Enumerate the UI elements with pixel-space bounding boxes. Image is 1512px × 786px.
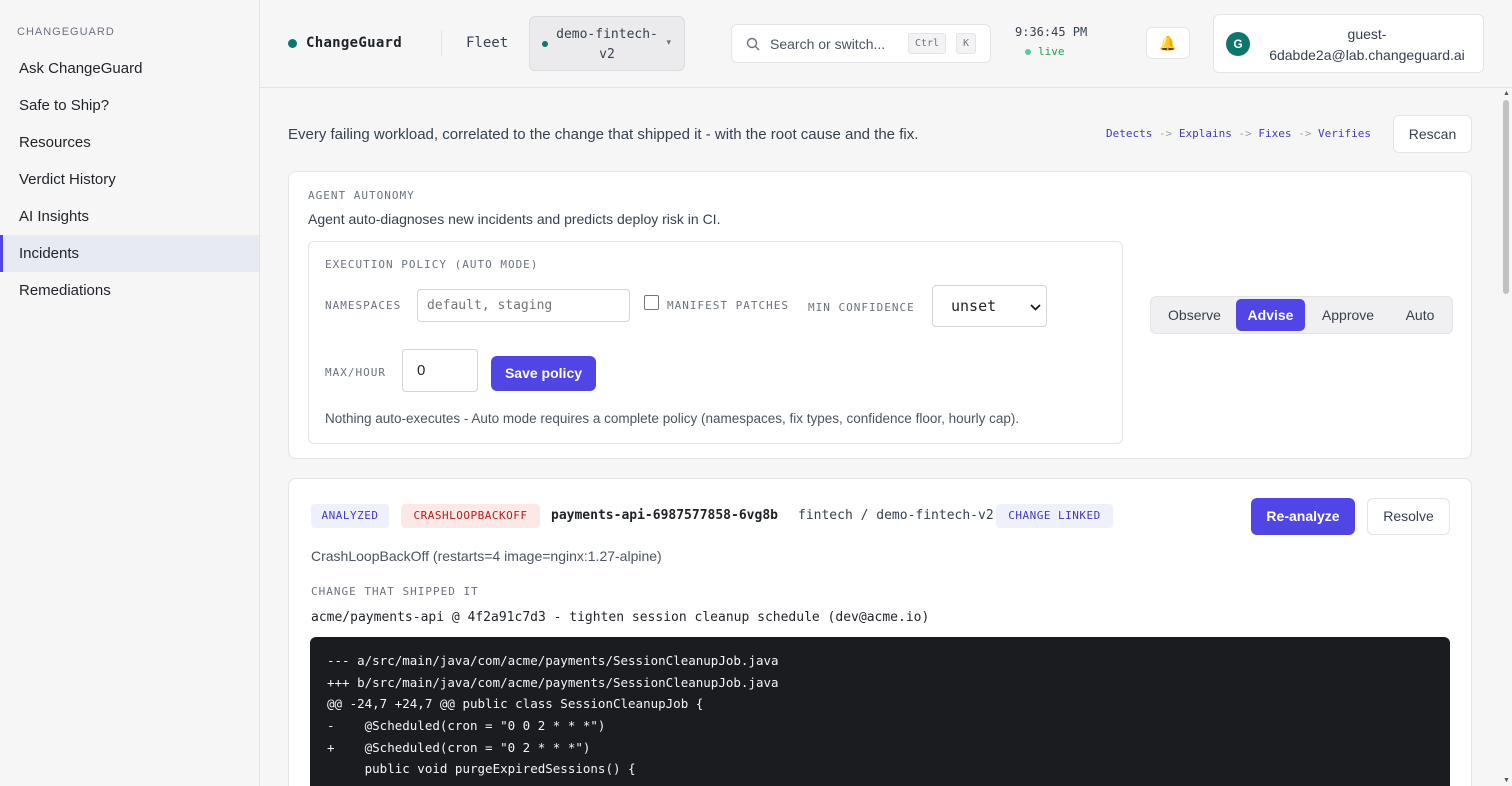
incident-card: ANALYZED CRASHLOOPBACKOFF payments-api-6… [288,478,1472,786]
user-menu[interactable]: G guest-6dabde2a@lab.changeguard.ai [1213,14,1484,73]
bell-icon: 🔔 [1159,35,1177,51]
mode-auto[interactable]: Auto [1389,299,1451,331]
sidebar-item-safe-to-ship[interactable]: Safe to Ship? [0,87,259,124]
chevron-down-icon: ▾ [666,37,671,47]
shortcut-k: K [956,33,976,54]
reason-badge: CRASHLOOPBACKOFF [401,504,540,528]
execution-policy-panel: EXECUTION POLICY (AUTO MODE) NAMESPACES … [308,241,1123,444]
mode-advise[interactable]: Advise [1236,299,1305,331]
autonomy-mode-toggle: Observe Advise Approve Auto [1150,296,1453,334]
diff-line: public void purgeExpiredSessions() { [327,761,636,777]
shortcut-ctrl: Ctrl [908,33,946,54]
app-logo[interactable]: ChangeGuard [288,35,402,51]
diff-block: --- a/src/main/java/com/acme/payments/Se… [310,637,1450,786]
page-scrollbar[interactable]: ▲ ▼ [1500,88,1512,786]
autonomy-description: Agent auto-diagnoses new incidents and p… [308,211,721,227]
diff-line: +++ b/src/main/java/com/acme/payments/Se… [327,674,779,690]
flow-step-fixes: Fixes [1258,127,1292,140]
notifications-button[interactable]: 🔔 [1146,27,1190,59]
live-dot-icon [1025,49,1031,55]
diff-line: @@ -24,7 +24,7 @@ public class SessionCl… [327,696,704,712]
pipeline-flow: Detects -> Explains -> Fixes -> Verifies [1106,127,1371,140]
flow-step-explains: Explains [1178,127,1232,140]
namespaces-label: NAMESPACES [325,299,402,312]
manifest-patches-checkbox[interactable] [644,295,659,310]
autonomy-title: AGENT AUTONOMY [308,189,415,202]
sidebar-nav: Ask ChangeGuard Safe to Ship? Resources … [0,50,259,309]
rescan-button[interactable]: Rescan [1393,115,1472,153]
search-icon [746,37,760,51]
incident-detail: CrashLoopBackOff (restarts=4 image=nginx… [311,548,662,564]
mode-approve[interactable]: Approve [1307,299,1389,331]
sidebar: CHANGEGUARD Ask ChangeGuard Safe to Ship… [0,0,260,786]
manifest-patches-label: MANIFEST PATCHES [667,299,789,312]
sidebar-brand: CHANGEGUARD [17,26,115,38]
commit-summary: acme/payments-api @ 4f2a91c7d3 - tighten… [311,610,930,625]
sidebar-item-verdict-history[interactable]: Verdict History [0,161,259,198]
namespaces-input[interactable] [417,289,630,322]
status-dot-icon [288,38,297,48]
scrollbar-thumb[interactable] [1503,100,1509,294]
app-name: ChangeGuard [306,35,403,51]
mode-observe[interactable]: Observe [1153,299,1236,331]
flow-arrow: -> [1238,127,1252,140]
cluster-status-dot-icon [542,41,548,47]
min-confidence-select[interactable]: unset [932,285,1047,327]
diff-line: - @Scheduled(cron = "0 0 2 * * *") [327,718,606,734]
user-email: guest-6dabde2a@lab.changeguard.ai [1269,26,1465,63]
change-section-title: CHANGE THAT SHIPPED IT [311,585,479,598]
policy-note: Nothing auto-executes - Auto mode requir… [325,411,1020,426]
header-divider [441,30,442,56]
chevron-down-icon [1030,304,1041,311]
diff-line: --- a/src/main/java/com/acme/payments/Se… [327,653,779,668]
diff-line: + @Scheduled(cron = "0 2 * * *") [327,739,591,755]
flow-arrow: -> [1158,127,1173,140]
page-tagline: Every failing workload, correlated to th… [288,126,919,143]
flow-step-detects: Detects [1106,127,1153,140]
agent-autonomy-card: AGENT AUTONOMY Agent auto-diagnoses new … [288,171,1472,459]
max-hour-label: MAX/HOUR [325,366,386,379]
min-confidence-label: MIN CONFIDENCE [808,301,915,314]
max-hour-value: 0 [417,362,426,379]
top-header: ChangeGuard Fleet demo-fintech-v2 ▾ Sear… [260,0,1512,88]
reanalyze-button[interactable]: Re-analyze [1251,498,1355,535]
sidebar-item-ask-changeguard[interactable]: Ask ChangeGuard [0,50,259,87]
flow-step-verifies: Verifies [1317,127,1371,140]
flow-arrow: -> [1298,127,1312,140]
pod-location: fintech / demo-fintech-v2 [798,508,994,523]
policy-title: EXECUTION POLICY (AUTO MODE) [325,258,539,271]
save-policy-button[interactable]: Save policy [491,356,596,391]
status-badge: ANALYZED [311,504,389,528]
live-indicator: live [1038,45,1065,58]
search-input[interactable]: Search or switch... [770,36,885,52]
change-linked-badge: CHANGE LINKED [996,504,1113,528]
sidebar-item-ai-insights[interactable]: AI Insights [0,198,259,235]
sidebar-item-resources[interactable]: Resources [0,124,259,161]
pod-name[interactable]: payments-api-6987577858-6vg8b [551,508,778,523]
min-confidence-value: unset [951,297,997,315]
sidebar-item-remediations[interactable]: Remediations [0,272,259,309]
cluster-name: demo-fintech-v2 [556,27,658,62]
sidebar-item-incidents[interactable]: Incidents [0,235,259,272]
clock: 9:36:45 PM [1015,25,1088,39]
scroll-down-icon[interactable]: ▼ [1503,777,1510,784]
cluster-selector[interactable]: demo-fintech-v2 ▾ [529,16,685,71]
resolve-button[interactable]: Resolve [1367,498,1450,535]
avatar: G [1226,32,1250,56]
fleet-link[interactable]: Fleet [466,35,508,51]
scroll-up-icon[interactable]: ▲ [1503,90,1510,97]
search-box[interactable]: Search or switch... Ctrl K [731,24,991,63]
max-hour-input[interactable]: 0 [402,349,478,392]
